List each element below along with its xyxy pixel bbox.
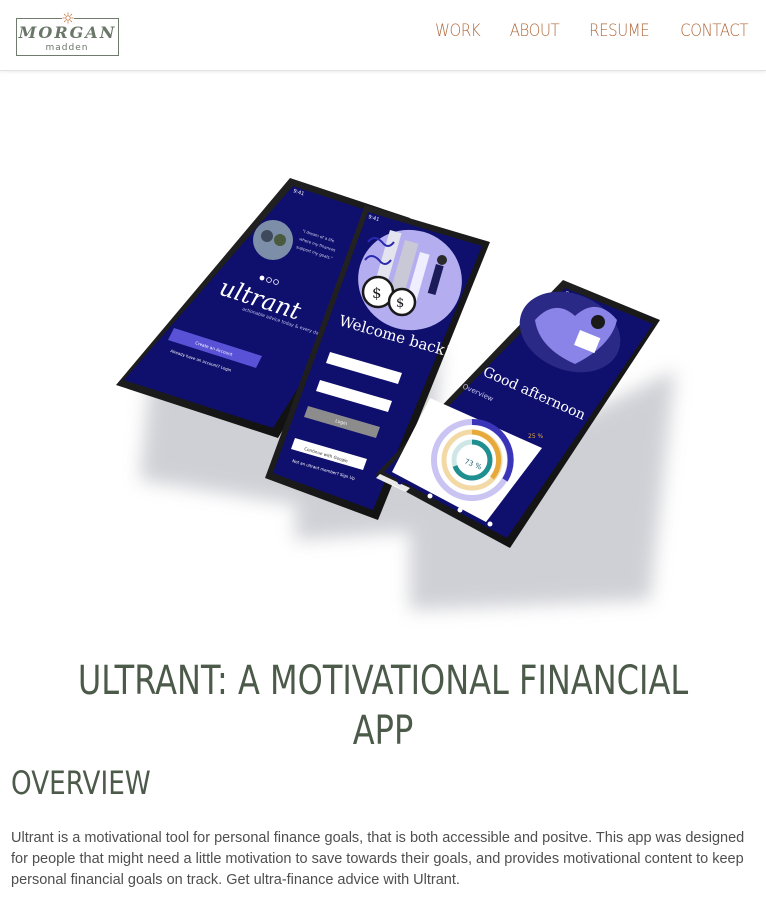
overview-text: Ultrant is a motivational tool for perso… — [11, 830, 745, 888]
logo[interactable]: MORGAN madden — [16, 12, 120, 56]
nav-resume[interactable]: RESUME — [589, 20, 649, 42]
logo-name: MORGAN — [18, 23, 117, 42]
svg-text:$: $ — [372, 284, 382, 302]
nav-contact[interactable]: CONTACT — [680, 20, 748, 42]
main-nav: WORK ABOUT RESUME CONTACT — [429, 20, 748, 42]
site-header: MORGAN madden WORK ABOUT RESUME CONTACT — [0, 0, 766, 71]
progress-percent-small: 25 % — [528, 433, 544, 440]
svg-text:$: $ — [396, 296, 404, 311]
nav-about[interactable]: ABOUT — [509, 20, 559, 42]
nav-work[interactable]: WORK — [435, 20, 480, 42]
logo-subname: madden — [43, 43, 91, 53]
overview-heading: OVERVIEW — [11, 764, 151, 802]
phone-mockup-image: 9:41 "I dream of a life where my finance… — [116, 178, 675, 610]
page-title: ULTRANT: A MOTIVATIONAL FINANCIAL APP — [77, 658, 689, 754]
